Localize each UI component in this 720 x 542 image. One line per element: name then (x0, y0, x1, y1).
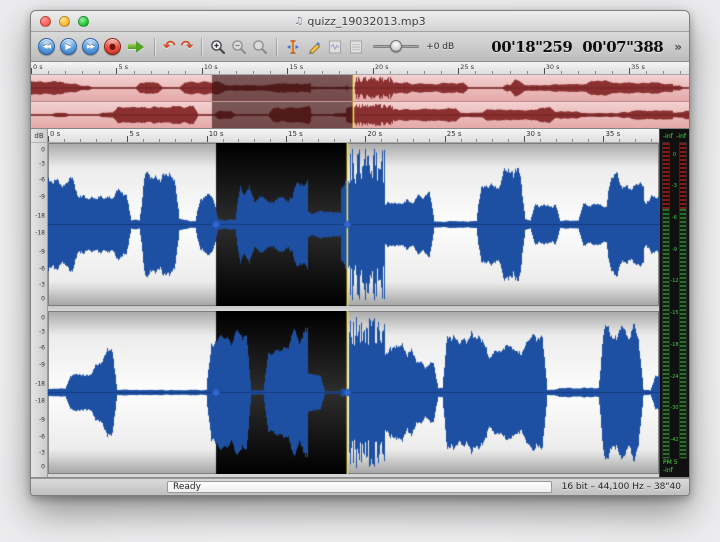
overview-time-ruler[interactable]: 0 s5 s10 s15 s20 s25 s30 s35 s (31, 62, 689, 75)
go-to-selection-button[interactable] (128, 41, 144, 53)
time-displays: 00'18"259 00'07"388 (491, 38, 663, 56)
title-bar[interactable]: ♫ quizz_19032013.mp3 (31, 11, 689, 32)
snapshot-doc-button[interactable] (327, 39, 343, 55)
left-channel-waveform-panel[interactable] (48, 143, 659, 306)
overview-channels (31, 75, 689, 128)
toolbar-overflow-chevron[interactable]: » (674, 40, 682, 54)
marker-tool-button[interactable] (285, 39, 301, 55)
overview-strip: 0 s5 s10 s15 s20 s25 s30 s35 s (31, 62, 689, 129)
redo-button[interactable]: ↷ (181, 39, 194, 54)
level-meters-panel: -inf -inf 0-3-6-9-12-15-18-24-30-42 PM 5… (659, 129, 689, 477)
play-button[interactable]: ▶ (60, 38, 77, 55)
meter-footer: PM 5 -inf (662, 459, 687, 475)
db-scale-gutter: dB 0-3-6-9-18-18-9-6-30 0-3-6-9-18-18-9-… (31, 129, 48, 477)
pencil-tool-button[interactable] (306, 39, 322, 55)
green-arrow-icon (128, 44, 136, 49)
rewind-button[interactable]: ◀◀ (38, 38, 55, 55)
record-button[interactable]: ● (104, 38, 121, 55)
meter-pm-label: PM 5 (663, 459, 687, 467)
record-icon: ● (109, 42, 116, 51)
main-editor-area: dB 0-3-6-9-18-18-9-6-30 0-3-6-9-18-18-9-… (31, 129, 689, 478)
meter-bottom-label: -inf (663, 467, 687, 475)
undo-button[interactable]: ↶ (163, 39, 176, 54)
status-bar: Ready 16 bit – 44,100 Hz – 38"40 (31, 478, 689, 495)
right-channel-waveform[interactable] (48, 311, 659, 474)
overview-right-waveform[interactable] (31, 102, 689, 128)
toolbar-separator (154, 38, 155, 56)
audio-file-icon: ♫ (294, 16, 303, 27)
meter-peak-right: -inf (676, 133, 686, 140)
close-button[interactable] (40, 16, 51, 27)
zoom-fit-button[interactable] (252, 39, 268, 55)
meter-db-scale: 0-3-6-9-12-15-18-24-30-42 (670, 142, 679, 459)
zoom-in-button[interactable] (210, 39, 226, 55)
gain-slider[interactable] (373, 40, 419, 53)
window-controls (40, 16, 89, 27)
zoom-out-button[interactable] (231, 39, 247, 55)
gain-value-label: +0 dB (426, 42, 454, 52)
forward-icon: ▶▶ (87, 43, 94, 50)
window-title: ♫ quizz_19032013.mp3 (294, 15, 425, 28)
toolbar-separator (276, 38, 277, 56)
compare-doc-button[interactable] (348, 39, 364, 55)
left-channel-waveform[interactable] (48, 143, 659, 306)
minimize-button[interactable] (59, 16, 70, 27)
audio-editor-window: ♫ quizz_19032013.mp3 ◀◀ ▶ ▶▶ ● ↶ ↷ (30, 10, 690, 496)
selection-length-time-display: 00'07"388 (582, 38, 663, 56)
status-message-field: Ready (167, 481, 552, 493)
meter-peak-left: -inf (663, 133, 673, 140)
meter-peak-labels: -inf -inf (662, 130, 687, 142)
toolbar-separator (201, 38, 202, 56)
play-icon: ▶ (65, 42, 71, 51)
forward-button[interactable]: ▶▶ (82, 38, 99, 55)
right-channel-waveform-panel[interactable] (48, 311, 659, 474)
gain-slider-knob[interactable] (390, 40, 402, 52)
main-time-ruler[interactable]: 0 s5 s10 s15 s20 s25 s30 s35 s (48, 129, 659, 143)
undo-icon: ↶ (163, 37, 176, 55)
toolbar: ◀◀ ▶ ▶▶ ● ↶ ↷ (31, 32, 689, 62)
format-info: 16 bit – 44,100 Hz – 38"40 (562, 482, 681, 492)
status-message: Ready (173, 482, 201, 492)
overview-left-waveform[interactable] (31, 75, 689, 101)
left-level-meter (662, 142, 670, 459)
overview-left-channel[interactable] (31, 75, 689, 102)
db-unit-label: dB (31, 129, 47, 143)
rewind-icon: ◀◀ (43, 43, 50, 50)
right-level-meter (679, 142, 687, 459)
redo-icon: ↷ (181, 37, 194, 55)
meter-bars: 0-3-6-9-12-15-18-24-30-42 (662, 142, 687, 459)
waveform-editor: 0 s5 s10 s15 s20 s25 s30 s35 s (48, 129, 659, 477)
document-title: quizz_19032013.mp3 (307, 15, 425, 28)
selection-end-time-display: 00'18"259 (491, 38, 572, 56)
zoom-window-button[interactable] (78, 16, 89, 27)
overview-right-channel[interactable] (31, 102, 689, 128)
db-scale-left-channel: 0-3-6-9-18-18-9-6-30 (31, 143, 47, 306)
db-scale-right-channel: 0-3-6-9-18-18-9-6-30 (31, 311, 47, 474)
